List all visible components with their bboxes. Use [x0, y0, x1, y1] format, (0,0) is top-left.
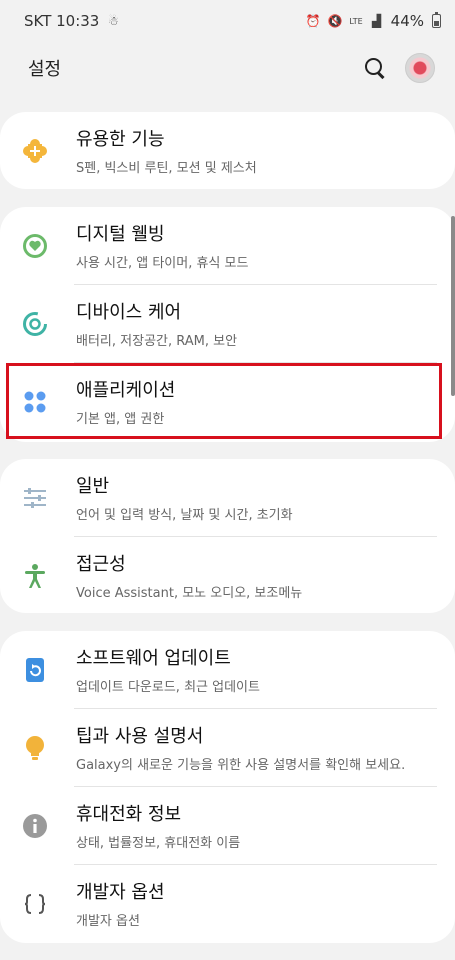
battery-icon: [432, 12, 441, 28]
scrollbar[interactable]: [451, 216, 455, 396]
lightbulb-icon: [22, 735, 48, 761]
sliders-icon: [22, 485, 48, 511]
item-subtitle: 기본 앱, 앱 권한: [76, 412, 165, 427]
item-title: 개발자 옵션: [76, 882, 165, 903]
item-texts: 디바이스 케어 배터리, 저장공간, RAM, 보안: [76, 298, 237, 349]
item-title: 팁과 사용 설명서: [76, 726, 204, 747]
apps-grid-icon: [22, 389, 48, 415]
item-subtitle: S펜, 빅스비 루틴, 모션 및 제스처: [76, 161, 257, 176]
item-title: 유용한 기능: [76, 129, 165, 150]
item-texts: 개발자 옵션 개발자 옵션: [76, 878, 165, 929]
care-ring-icon: [22, 311, 48, 337]
setting-item-applications[interactable]: 애플리케이션 기본 앱, 앱 권한: [0, 363, 455, 440]
item-texts: 휴대전화 정보 상태, 법률정보, 휴대전화 이름: [76, 800, 240, 851]
item-subtitle: Galaxy의 새로운 기능을 위한 사용 설명서를 확인해 보세요.: [76, 758, 406, 773]
plus-puzzle-icon: [22, 138, 48, 164]
battery-percent: 44%: [390, 12, 424, 30]
item-title: 접근성: [76, 554, 126, 575]
item-subtitle: Voice Assistant, 모노 오디오, 보조메뉴: [76, 586, 303, 601]
item-texts: 유용한 기능 S펜, 빅스비 루틴, 모션 및 제스처: [76, 125, 257, 176]
setting-item-software-update[interactable]: 소프트웨어 업데이트 업데이트 다운로드, 최근 업데이트: [0, 631, 455, 708]
search-icon[interactable]: [363, 56, 387, 80]
signal-icon: ▟: [372, 14, 382, 28]
item-title: 소프트웨어 업데이트: [76, 648, 231, 669]
item-subtitle: 개발자 옵션: [76, 914, 140, 929]
item-texts: 팁과 사용 설명서 Galaxy의 새로운 기능을 위한 사용 설명서를 확인해…: [76, 722, 405, 773]
setting-item-digital-wellbeing[interactable]: 디지털 웰빙 사용 시간, 앱 타이머, 휴식 모드: [0, 207, 455, 284]
info-icon: [22, 813, 48, 839]
item-title: 디지털 웰빙: [76, 224, 165, 245]
status-left: SKT 10:33 ☃: [24, 12, 121, 30]
settings-group-wellbeing: 디지털 웰빙 사용 시간, 앱 타이머, 휴식 모드 디바이스 케어 배터리, …: [0, 207, 455, 442]
item-texts: 디지털 웰빙 사용 시간, 앱 타이머, 휴식 모드: [76, 220, 248, 271]
status-bar: SKT 10:33 ☃ ⏰ 🔇 LTE ▟ 44%: [0, 0, 455, 42]
item-subtitle: 배터리, 저장공간, RAM, 보안: [76, 334, 238, 349]
header-actions: [363, 53, 435, 83]
setting-item-developer-options[interactable]: 개발자 옵션 개발자 옵션: [0, 865, 455, 942]
avatar[interactable]: [405, 53, 435, 83]
heart-ring-icon: [22, 233, 48, 259]
setting-item-device-care[interactable]: 디바이스 케어 배터리, 저장공간, RAM, 보안: [0, 285, 455, 362]
item-title: 디바이스 케어: [76, 302, 182, 323]
setting-item-phone-info[interactable]: 휴대전화 정보 상태, 법률정보, 휴대전화 이름: [0, 787, 455, 864]
settings-group-general: 일반 언어 및 입력 방식, 날짜 및 시간, 초기화 접근성 Voice As…: [0, 459, 455, 613]
item-title: 일반: [76, 476, 110, 497]
setting-item-general[interactable]: 일반 언어 및 입력 방식, 날짜 및 시간, 초기화: [0, 459, 455, 536]
item-texts: 소프트웨어 업데이트 업데이트 다운로드, 최근 업데이트: [76, 644, 260, 695]
item-subtitle: 사용 시간, 앱 타이머, 휴식 모드: [76, 256, 249, 271]
page-title: 설정: [28, 59, 62, 80]
update-icon: [22, 657, 48, 683]
item-title: 휴대전화 정보: [76, 804, 182, 825]
item-subtitle: 업데이트 다운로드, 최근 업데이트: [76, 680, 260, 695]
accessibility-person-icon: [22, 563, 48, 589]
item-texts: 일반 언어 및 입력 방식, 날짜 및 시간, 초기화: [76, 472, 293, 523]
item-subtitle: 언어 및 입력 방식, 날짜 및 시간, 초기화: [76, 508, 293, 523]
item-subtitle: 상태, 법률정보, 휴대전화 이름: [76, 836, 241, 851]
lte-icon: LTE: [349, 16, 363, 26]
item-title: 애플리케이션: [76, 380, 176, 401]
carrier-time: SKT 10:33: [24, 12, 100, 30]
setting-item-accessibility[interactable]: 접근성 Voice Assistant, 모노 오디오, 보조메뉴: [0, 537, 455, 614]
notification-icon: ☃: [107, 14, 119, 28]
app-header: 설정: [0, 42, 455, 94]
alarm-icon: ⏰: [305, 14, 321, 28]
setting-item-useful-features[interactable]: 유용한 기능 S펜, 빅스비 루틴, 모션 및 제스처: [0, 112, 455, 189]
status-right: ⏰ 🔇 LTE ▟ 44%: [305, 12, 441, 30]
item-texts: 애플리케이션 기본 앱, 앱 권한: [76, 376, 175, 427]
braces-icon: [22, 891, 48, 917]
settings-group-about: 소프트웨어 업데이트 업데이트 다운로드, 최근 업데이트 팁과 사용 설명서 …: [0, 631, 455, 943]
settings-group-useful: 유용한 기능 S펜, 빅스비 루틴, 모션 및 제스처: [0, 112, 455, 189]
setting-item-tips-manual[interactable]: 팁과 사용 설명서 Galaxy의 새로운 기능을 위한 사용 설명서를 확인해…: [0, 709, 455, 786]
item-texts: 접근성 Voice Assistant, 모노 오디오, 보조메뉴: [76, 550, 302, 601]
mute-icon: 🔇: [327, 14, 343, 28]
